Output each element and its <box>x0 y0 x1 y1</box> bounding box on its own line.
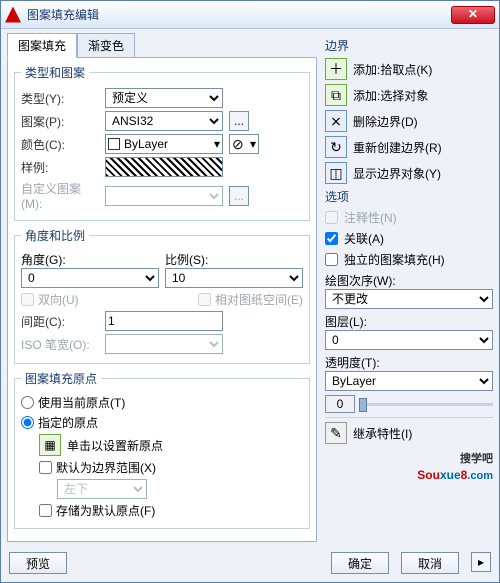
select-type[interactable]: 预定义 <box>105 88 223 108</box>
preview-button[interactable]: 预览 <box>9 552 67 574</box>
label-custom: 自定义图案(M): <box>21 180 99 211</box>
label-angle: 角度(G): <box>21 251 159 268</box>
select-pattern[interactable]: ANSI32 <box>105 111 223 131</box>
transparency-slider[interactable] <box>359 403 493 406</box>
check-double: 双向(U) <box>21 291 79 308</box>
group-origin: 图案填充原点 使用当前原点(T) 指定的原点 ▦ 单击以设置新原点 默认为边界范… <box>14 370 310 529</box>
label-isopen: ISO 笔宽(O): <box>21 336 99 353</box>
group-angle-scale: 角度和比例 角度(G): 0 比例(S): 10 双向(U) <box>14 227 310 364</box>
set-origin-icon[interactable]: ▦ <box>39 434 61 456</box>
input-spacing[interactable] <box>105 311 223 331</box>
check-paperspace: 相对图纸空间(E) <box>198 291 303 308</box>
select-bgcolor[interactable]: ⊘▾ <box>229 134 259 154</box>
check-separate[interactable]: 独立的图案填充(H) <box>325 251 493 268</box>
watermark-logo: 搜学吧 Souxue8.com <box>325 450 493 484</box>
label-spacing: 间距(C): <box>21 313 99 330</box>
legend-angle: 角度和比例 <box>21 227 89 244</box>
tab-gradient[interactable]: 渐变色 <box>77 33 135 58</box>
select-scale[interactable]: 10 <box>165 268 303 288</box>
select-color[interactable]: ByLayer▾ <box>105 134 223 154</box>
label-click-set: 单击以设置新原点 <box>67 437 163 454</box>
btn-display-boundary[interactable]: ◫显示边界对象(Y) <box>325 162 493 184</box>
window-title: 图案填充编辑 <box>27 6 451 23</box>
label-layer: 图层(L): <box>325 313 493 330</box>
label-type: 类型(Y): <box>21 90 99 107</box>
btn-add-select[interactable]: ⧉添加:选择对象 <box>325 84 493 106</box>
select-isopen <box>105 334 223 354</box>
radio-current-origin[interactable]: 使用当前原点(T) <box>21 394 303 411</box>
app-icon <box>5 7 21 23</box>
titlebar: 图案填充编辑 ✕ <box>1 1 499 29</box>
select-angle[interactable]: 0 <box>21 268 159 288</box>
select-layer[interactable]: 0 <box>325 330 493 350</box>
label-transparency: 透明度(T): <box>325 354 493 371</box>
label-draworder: 绘图次序(W): <box>325 272 493 289</box>
expand-button[interactable]: ▸ <box>471 552 491 572</box>
title-boundaries: 边界 <box>325 37 493 54</box>
check-store-default[interactable]: 存储为默认原点(F) <box>39 502 303 519</box>
label-color: 颜色(C): <box>21 136 99 153</box>
label-pattern: 图案(P): <box>21 113 99 130</box>
color-value: ByLayer <box>124 137 168 151</box>
select-extents: 左下 <box>57 479 147 499</box>
select-transparency[interactable]: ByLayer <box>325 371 493 391</box>
close-button[interactable]: ✕ <box>451 6 495 24</box>
radio-specified-origin[interactable]: 指定的原点 <box>21 414 303 431</box>
group-type-pattern: 类型和图案 类型(Y): 预定义 图案(P): ANSI32 ... 颜色(C)… <box>14 64 310 221</box>
btn-recreate-boundary[interactable]: ↻重新创建边界(R) <box>325 136 493 158</box>
ok-button[interactable]: 确定 <box>331 552 389 574</box>
legend-type: 类型和图案 <box>21 64 89 81</box>
select-draworder[interactable]: 不更改 <box>325 289 493 309</box>
check-annotative: 注释性(N) <box>325 209 493 226</box>
legend-origin: 图案填充原点 <box>21 370 101 387</box>
btn-add-pickpoints[interactable]: ＋添加:拾取点(K) <box>325 58 493 80</box>
label-scale: 比例(S): <box>165 251 303 268</box>
sample-swatch[interactable] <box>105 157 223 177</box>
pattern-browse-button[interactable]: ... <box>229 111 249 131</box>
tab-hatch[interactable]: 图案填充 <box>7 33 77 58</box>
check-associative[interactable]: 关联(A) <box>325 230 493 247</box>
title-options: 选项 <box>325 188 493 205</box>
select-custom <box>105 186 223 206</box>
cancel-button[interactable]: 取消 <box>401 552 459 574</box>
btn-remove-boundary[interactable]: ⨯删除边界(D) <box>325 110 493 132</box>
label-sample: 样例: <box>21 159 99 176</box>
btn-inherit[interactable]: ✎继承特性(I) <box>325 422 493 444</box>
custom-browse-button: ... <box>229 186 249 206</box>
check-default-extents[interactable]: 默认为边界范围(X) <box>39 459 303 476</box>
transparency-value: 0 <box>325 395 355 413</box>
